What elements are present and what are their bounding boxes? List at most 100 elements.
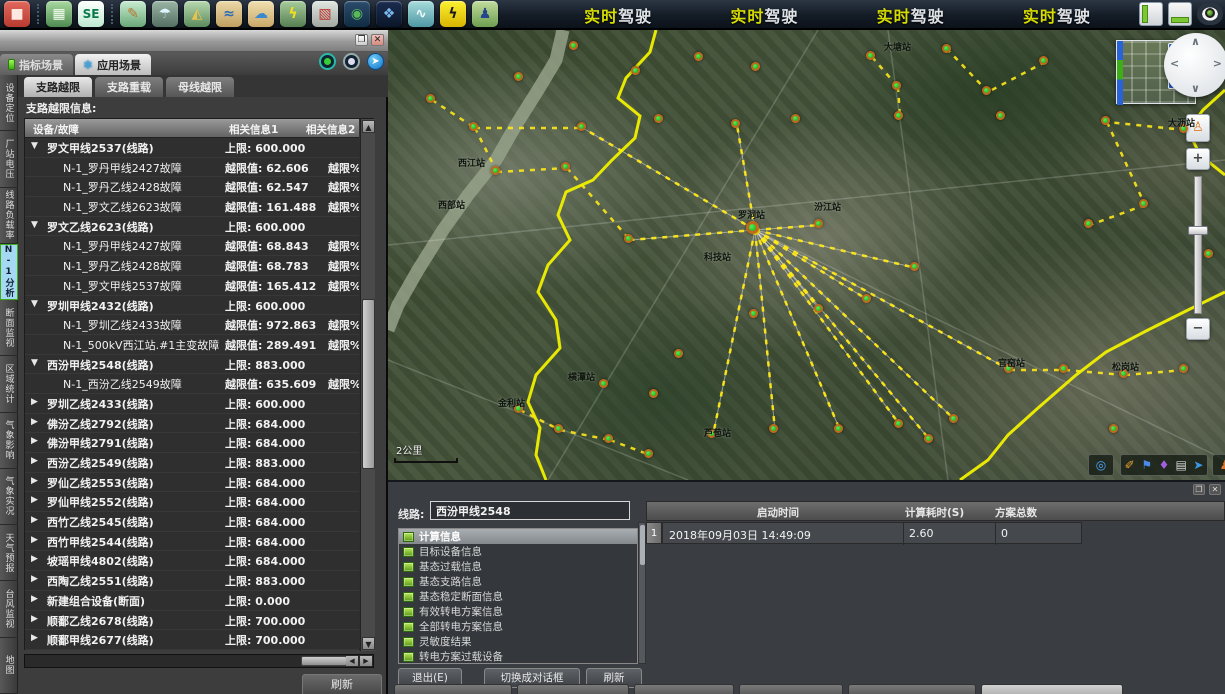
station-marker[interactable] <box>426 94 435 103</box>
label-tool-icon[interactable]: ✎ <box>120 1 146 27</box>
table-vertical-scrollbar[interactable]: ▲ ▼ <box>360 119 375 651</box>
side-strip-item[interactable]: 气象实况 <box>0 469 18 525</box>
table-row[interactable]: N-1_西汾乙线2549故障越限值: 635.609越限%: 71.9 <box>25 374 359 394</box>
operator-icon[interactable]: ♟ <box>472 1 498 27</box>
topology-icon[interactable]: ❖ <box>376 1 402 27</box>
station-marker[interactable] <box>1179 364 1188 373</box>
expand-icon[interactable]: ▶ <box>31 535 38 545</box>
station-marker[interactable] <box>982 86 991 95</box>
expand-icon[interactable]: ▶ <box>31 417 38 427</box>
station-marker[interactable] <box>791 114 800 123</box>
station-marker[interactable] <box>1084 219 1093 228</box>
bottom-panel-float-icon[interactable]: ❐ <box>1193 484 1205 495</box>
table-row[interactable]: ▶新建组合设备(断面)上限: 0.000 <box>25 591 359 611</box>
scada-icon[interactable]: ▦ <box>46 1 72 27</box>
side-strip-item[interactable]: 设备定位 <box>0 75 18 131</box>
table-row[interactable]: ▶顺鄱甲线2677(线路)上限: 700.000 <box>25 630 359 650</box>
side-strip-item[interactable]: 线路负载率 <box>0 188 18 244</box>
panel-close-icon[interactable]: ✕ <box>371 34 384 46</box>
subtab-active[interactable]: 支路越限 <box>24 77 92 97</box>
station-marker[interactable] <box>577 122 586 131</box>
expand-icon[interactable]: ▶ <box>31 397 38 407</box>
bottom-panel-close-icon[interactable]: ✕ <box>1209 484 1221 495</box>
table-horizontal-scrollbar[interactable]: ▶ ◀ <box>24 654 374 668</box>
station-marker[interactable] <box>569 41 578 50</box>
record-icon[interactable] <box>319 53 336 70</box>
derrick-icon[interactable]: ◭ <box>184 1 210 27</box>
side-strip-item[interactable]: 厂站电压 <box>0 131 18 187</box>
side-strip-item[interactable]: 天气预报 <box>0 525 18 581</box>
waves-icon[interactable]: ≈ <box>216 1 242 27</box>
expand-icon[interactable]: ▶ <box>31 515 38 525</box>
expand-icon[interactable]: ▶ <box>31 614 38 624</box>
result-table-row[interactable]: 2018年09月03日 14:49:09 2.60 0 <box>662 522 1082 544</box>
table-row[interactable]: ▶坡瑶甲线4802(线路)上限: 684.000 <box>25 551 359 571</box>
table-row[interactable]: N-1_罗圳乙线2433故障越限值: 972.863越限%: 162 <box>25 315 359 335</box>
calc-list-item[interactable]: 有效转电方案信息 <box>399 604 637 619</box>
station-marker[interactable] <box>1059 364 1068 373</box>
station-marker[interactable] <box>469 122 478 131</box>
station-marker[interactable] <box>862 294 871 303</box>
table-row[interactable]: N-1_罗丹乙线2428故障越限值: 62.547越限%: 10.4 <box>25 177 359 197</box>
bottom-tab[interactable] <box>848 684 976 694</box>
pan-up-icon[interactable]: ∧ <box>1191 35 1200 48</box>
layers-error-icon[interactable]: ▧ <box>312 1 338 27</box>
table-row[interactable]: ▼罗文乙线2623(线路)上限: 600.000 <box>25 217 359 237</box>
station-marker[interactable] <box>894 419 903 428</box>
station-marker[interactable] <box>949 414 958 423</box>
station-marker-hub[interactable] <box>746 221 759 234</box>
station-marker[interactable] <box>654 114 663 123</box>
station-marker[interactable] <box>561 162 570 171</box>
mode-label-realtime-1[interactable]: 实时驾驶 <box>584 3 652 27</box>
calc-list-item[interactable]: 灵敏度结果 <box>399 634 637 649</box>
lightning-icon[interactable]: ϟ <box>280 1 306 27</box>
satellite-map[interactable]: 标注 卫星 ∧ ∨ < > ♙ + − 2公里 ◎ ✐⚑♦▤➤ ♟ 西江站西部站… <box>388 30 1225 480</box>
side-strip-item[interactable]: 地图 <box>0 638 18 694</box>
table-row[interactable]: ▼罗圳甲线2432(线路)上限: 600.000 <box>25 296 359 316</box>
pan-left-icon[interactable]: < <box>1170 57 1179 70</box>
scroll-up-icon[interactable]: ▲ <box>362 120 375 133</box>
map-pan-control[interactable]: ∧ ∨ < > <box>1164 33 1225 97</box>
station-marker[interactable] <box>910 262 919 271</box>
table-row[interactable]: ▼罗文甲线2537(线路)上限: 600.000 <box>25 138 359 158</box>
station-marker[interactable] <box>1039 56 1048 65</box>
mode-label-realtime-2[interactable]: 实时驾驶 <box>730 3 798 27</box>
earth-icon[interactable]: ◉ <box>344 1 370 27</box>
station-marker[interactable] <box>1204 249 1213 258</box>
station-marker[interactable] <box>631 66 640 75</box>
expand-icon[interactable]: ▶ <box>31 554 38 564</box>
side-strip-item[interactable]: 区域统计 <box>0 356 18 412</box>
zoom-slider-handle[interactable] <box>1188 226 1208 235</box>
hscroll-thumb[interactable] <box>301 656 347 666</box>
station-marker[interactable] <box>604 434 613 443</box>
table-row[interactable]: ▶西竹乙线2545(线路)上限: 684.000 <box>25 512 359 532</box>
station-marker[interactable] <box>694 52 703 61</box>
flag-icon[interactable]: ⚑ <box>1138 455 1155 475</box>
collapse-icon[interactable]: ▼ <box>31 358 38 368</box>
calc-list-item[interactable]: 转电方案过载设备 <box>399 649 637 664</box>
expand-icon[interactable]: ▶ <box>31 436 38 446</box>
measure-icon[interactable]: ✐ <box>1121 455 1138 475</box>
collapse-icon[interactable]: ▼ <box>31 141 38 151</box>
station-marker[interactable] <box>751 62 760 71</box>
expand-icon[interactable]: ▶ <box>31 476 38 486</box>
table-row[interactable]: ▶罗仙甲线2552(线路)上限: 684.000 <box>25 492 359 512</box>
table-row[interactable]: ▶罗仙乙线2553(线路)上限: 684.000 <box>25 473 359 493</box>
collapse-icon[interactable]: ▼ <box>31 220 38 230</box>
station-marker[interactable] <box>731 119 740 128</box>
station-marker[interactable] <box>514 72 523 81</box>
locate-target-icon[interactable]: ◎ <box>1093 455 1110 475</box>
collapse-icon[interactable]: ▼ <box>31 299 38 309</box>
table-row[interactable]: N-1_罗丹乙线2428故障越限值: 68.783越限%: 11.4 <box>25 256 359 276</box>
calc-list-item[interactable]: 计算信息 <box>399 529 637 544</box>
layout-bottom-panel-icon[interactable] <box>1168 2 1192 26</box>
expand-icon[interactable]: ▶ <box>31 574 38 584</box>
station-marker[interactable] <box>644 449 653 458</box>
table-row[interactable]: N-1_罗文甲线2537故障越限值: 165.412越限%: 27.5 <box>25 276 359 296</box>
station-marker[interactable] <box>1109 424 1118 433</box>
station-marker[interactable] <box>649 389 658 398</box>
tab-application-scene[interactable]: ❄ 应用场景 <box>75 54 151 75</box>
rain-cloud-icon[interactable]: ☂ <box>152 1 178 27</box>
station-marker[interactable] <box>866 51 875 60</box>
pan-right-icon[interactable]: > <box>1213 57 1222 70</box>
